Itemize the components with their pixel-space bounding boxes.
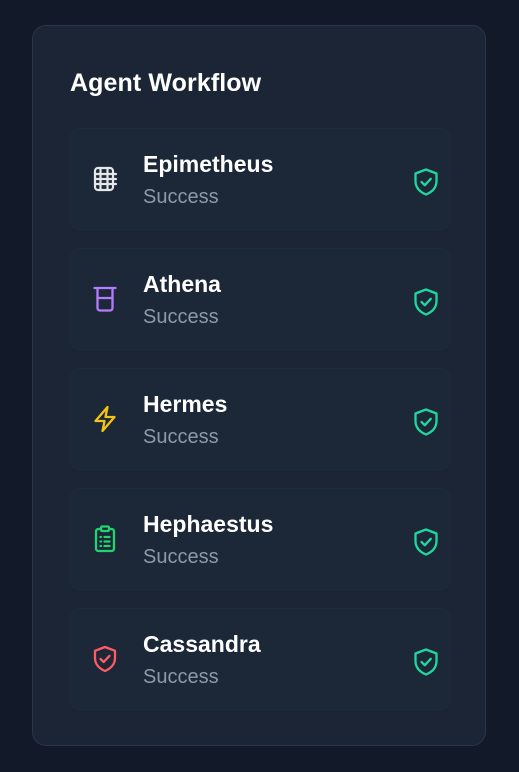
agent-row-athena[interactable]: Athena Success xyxy=(70,248,450,350)
agent-row-cassandra[interactable]: Cassandra Success xyxy=(70,608,450,710)
shield-check-icon xyxy=(410,646,442,678)
panel-title: Agent Workflow xyxy=(70,69,262,97)
shield-check-icon xyxy=(410,406,442,438)
agent-row-hermes[interactable]: Hermes Success xyxy=(70,368,450,470)
agent-status: Success xyxy=(143,306,219,328)
agent-name: Hephaestus xyxy=(143,511,274,537)
lightning-bolt-icon xyxy=(90,404,120,434)
agent-status: Success xyxy=(143,426,219,448)
shield-check-icon xyxy=(410,166,442,198)
shield-check-icon xyxy=(410,286,442,318)
agent-name: Cassandra xyxy=(143,631,261,657)
agent-row-hephaestus[interactable]: Hephaestus Success xyxy=(70,488,450,590)
agent-row-epimetheus[interactable]: Epimetheus Success xyxy=(70,128,450,230)
clipboard-list-icon xyxy=(90,524,120,554)
grid-tile-icon xyxy=(90,164,120,194)
shield-check-icon xyxy=(410,526,442,558)
agent-name: Hermes xyxy=(143,391,228,417)
beaker-icon xyxy=(90,284,120,314)
shield-check-icon xyxy=(90,644,120,674)
agent-status: Success xyxy=(143,186,219,208)
agent-status: Success xyxy=(143,546,219,568)
agent-workflow-panel: Agent Workflow Epimetheus Success Athena… xyxy=(32,25,486,746)
agent-name: Epimetheus xyxy=(143,151,274,177)
agent-list: Epimetheus Success Athena Success Hermes… xyxy=(70,128,450,728)
agent-name: Athena xyxy=(143,271,221,297)
agent-status: Success xyxy=(143,666,219,688)
